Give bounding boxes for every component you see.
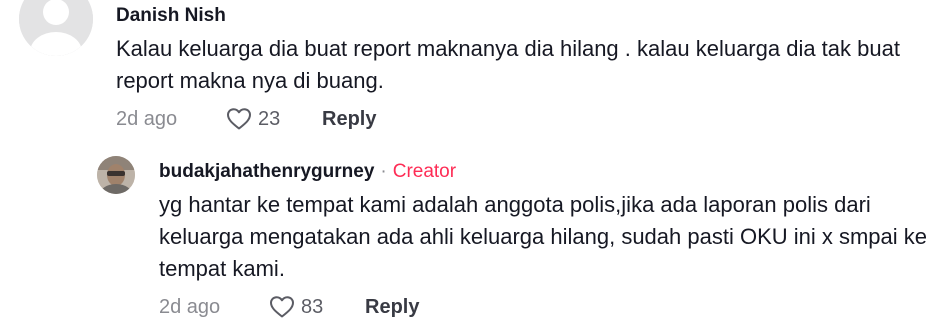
heart-outline-icon [227, 108, 251, 130]
reply-text: yg hantar ke tempat kami adalah anggota … [159, 192, 928, 281]
comment-text: Kalau keluarga dia buat report maknanya … [116, 36, 900, 93]
comment-meta: 2d ago 23 Reply [116, 104, 376, 134]
profile-photo-icon [97, 156, 135, 194]
creator-badge: Creator [392, 161, 457, 182]
reply-date: 2d ago [159, 295, 221, 318]
avatar[interactable] [19, 0, 93, 56]
comment-username[interactable]: Danish Nish [116, 5, 226, 27]
like-count: 83 [301, 295, 324, 318]
avatar[interactable] [97, 156, 135, 194]
like-button[interactable]: 23 [226, 107, 322, 131]
comment-date: 2d ago [116, 107, 178, 130]
like-button[interactable]: 83 [269, 295, 365, 319]
like-count: 23 [258, 107, 281, 130]
reply-username-row: budakjahathenrygurney · Creator [159, 161, 456, 183]
heart-outline-icon [270, 296, 294, 318]
reply-button[interactable]: Reply [365, 296, 419, 319]
separator-dot: · [380, 161, 387, 182]
reply-username[interactable]: budakjahathenrygurney [159, 161, 374, 183]
default-avatar-icon [19, 0, 93, 56]
reply-button[interactable]: Reply [322, 108, 376, 131]
reply-meta: 2d ago 83 Reply [159, 292, 419, 322]
